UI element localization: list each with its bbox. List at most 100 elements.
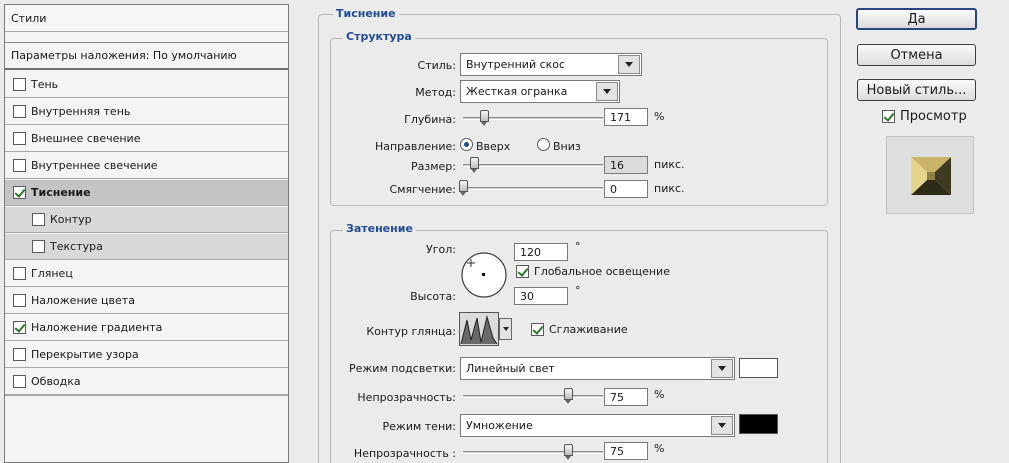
styles-header[interactable]: Стили: [5, 5, 288, 32]
size-slider-track[interactable]: [463, 164, 603, 167]
angle-input[interactable]: 120: [514, 243, 568, 261]
blending-options-item[interactable]: Параметры наложения: По умолчанию: [5, 42, 288, 70]
style-item-label: Глянец: [31, 267, 73, 280]
style-item-label: Наложение цвета: [31, 294, 135, 307]
highlight-mode-dropdown[interactable]: Линейный свет: [460, 357, 735, 380]
style-item-label: Внутреннее свечение: [31, 159, 158, 172]
global-light-checkbox[interactable]: [516, 265, 529, 278]
antialias-checkbox[interactable]: [531, 323, 544, 336]
structure-title: Структура: [343, 30, 415, 43]
gloss-contour-label: Контур глянца:: [366, 325, 456, 338]
style-item-texture[interactable]: Текстура: [5, 234, 288, 260]
shadow-opacity-input[interactable]: 75: [604, 442, 648, 460]
style-dropdown[interactable]: Внутренний скос: [460, 53, 642, 76]
style-item-label: Обводка: [31, 375, 81, 388]
highlight-opacity-slider-thumb[interactable]: [564, 388, 573, 404]
shadow-mode-label: Режим тени:: [382, 420, 456, 433]
shadow-mode-dropdown[interactable]: Умножение: [460, 414, 735, 437]
style-item-outer-glow[interactable]: Внешнее свечение: [5, 126, 288, 152]
style-item-inner-shadow[interactable]: Внутренняя тень: [5, 99, 288, 125]
size-input[interactable]: 16: [604, 156, 648, 174]
soften-input[interactable]: 0: [604, 180, 648, 198]
global-light-option[interactable]: Глобальное освещение: [516, 265, 670, 278]
style-item-label: Внешнее свечение: [31, 132, 141, 145]
style-item-gradient-overlay[interactable]: Наложение градиента: [5, 315, 288, 341]
inner-shadow-checkbox[interactable]: [13, 105, 26, 118]
angle-label: Угол:: [426, 243, 456, 256]
chevron-down-icon: [502, 327, 509, 331]
depth-slider-thumb[interactable]: [480, 110, 489, 126]
style-item-drop-shadow[interactable]: Тень: [5, 72, 288, 98]
shadow-opacity-slider-thumb[interactable]: [564, 444, 573, 460]
inner-glow-checkbox[interactable]: [13, 159, 26, 172]
soften-slider-thumb[interactable]: [459, 180, 468, 196]
color-overlay-checkbox[interactable]: [13, 294, 26, 307]
shadow-color-swatch[interactable]: [739, 414, 778, 434]
depth-input[interactable]: 171: [604, 108, 648, 126]
soften-label: Смягчение:: [389, 183, 456, 196]
angle-dial-icon[interactable]: [458, 250, 510, 300]
styles-list-empty-area: [5, 395, 288, 462]
chevron-down-icon[interactable]: [711, 416, 733, 435]
style-item-contour[interactable]: Контур: [5, 207, 288, 233]
size-label: Размер:: [411, 160, 456, 173]
gloss-contour-dropdown[interactable]: [499, 318, 512, 340]
direction-up-radio[interactable]: [460, 138, 473, 151]
highlight-opacity-input[interactable]: 75: [604, 388, 648, 406]
highlight-opacity-unit: %: [654, 388, 665, 401]
bevel-emboss-checkbox[interactable]: [13, 186, 26, 199]
blending-options-label: Параметры наложения: По умолчанию: [11, 49, 237, 62]
technique-label: Метод:: [415, 86, 456, 99]
satin-checkbox[interactable]: [13, 267, 26, 280]
soften-unit: пикс.: [654, 182, 685, 195]
bevel-emboss-title: Тиснение: [333, 7, 399, 20]
altitude-unit: °: [575, 284, 581, 297]
technique-dropdown[interactable]: Жесткая огранка: [460, 80, 620, 103]
cancel-button[interactable]: Отмена: [857, 44, 976, 66]
styles-header-label: Стили: [11, 11, 47, 25]
shading-title: Затенение: [343, 222, 416, 235]
preview-checkbox[interactable]: [882, 110, 895, 123]
direction-down-label[interactable]: Вниз: [553, 140, 581, 153]
style-item-label: Текстура: [50, 240, 103, 253]
antialias-option[interactable]: Сглаживание: [531, 323, 628, 336]
chevron-down-icon[interactable]: [618, 55, 640, 74]
size-unit: пикс.: [654, 158, 685, 171]
style-item-satin[interactable]: Глянец: [5, 261, 288, 287]
angle-unit: °: [575, 240, 581, 253]
style-item-bevel-emboss[interactable]: Тиснение: [5, 180, 288, 206]
chevron-down-icon[interactable]: [596, 82, 618, 101]
altitude-input[interactable]: 30: [514, 287, 568, 305]
altitude-label: Высота:: [410, 290, 456, 303]
stroke-checkbox[interactable]: [13, 375, 26, 388]
highlight-opacity-slider-track[interactable]: [463, 395, 603, 398]
style-item-label: Перекрытие узора: [31, 348, 139, 361]
depth-unit: %: [654, 110, 665, 123]
antialias-label: Сглаживание: [549, 323, 628, 336]
contour-curve-icon[interactable]: [459, 312, 499, 346]
direction-down-radio[interactable]: [537, 138, 550, 151]
gradient-overlay-checkbox[interactable]: [13, 321, 26, 334]
shadow-opacity-label: Непрозрачность :: [353, 447, 456, 460]
shadow-opacity-slider-track[interactable]: [463, 451, 603, 454]
style-item-inner-glow[interactable]: Внутреннее свечение: [5, 153, 288, 179]
highlight-color-swatch[interactable]: [739, 358, 778, 378]
style-dropdown-value: Внутренний скос: [466, 58, 566, 71]
style-item-stroke[interactable]: Обводка: [5, 369, 288, 395]
outer-glow-checkbox[interactable]: [13, 132, 26, 145]
style-item-pattern-overlay[interactable]: Перекрытие узора: [5, 342, 288, 368]
drop-shadow-checkbox[interactable]: [13, 78, 26, 91]
direction-up-label[interactable]: Вверх: [476, 140, 510, 153]
ok-button[interactable]: Да: [856, 8, 977, 30]
contour-checkbox[interactable]: [32, 213, 45, 226]
style-item-color-overlay[interactable]: Наложение цвета: [5, 288, 288, 314]
chevron-down-icon[interactable]: [711, 359, 733, 378]
shadow-mode-value: Умножение: [466, 419, 533, 432]
size-slider-thumb[interactable]: [470, 157, 480, 173]
pattern-overlay-checkbox[interactable]: [13, 348, 26, 361]
style-item-label: Тень: [31, 78, 59, 91]
texture-checkbox[interactable]: [32, 240, 45, 253]
preview-option[interactable]: Просмотр: [882, 109, 967, 124]
soften-slider-track[interactable]: [463, 187, 603, 190]
new-style-button[interactable]: Новый стиль...: [857, 79, 976, 101]
